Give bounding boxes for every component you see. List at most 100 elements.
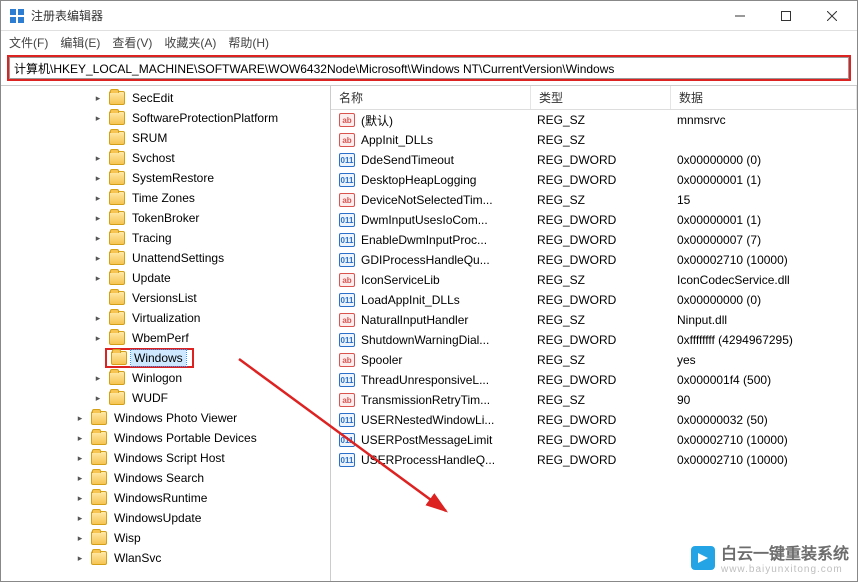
tree-item-label: Windows Photo Viewer bbox=[111, 410, 240, 426]
tree-item[interactable]: ▸SecEdit bbox=[1, 88, 330, 108]
tree-item[interactable]: ▸ TokenBroker bbox=[1, 208, 330, 228]
dword-value-icon: 011 bbox=[339, 213, 355, 227]
value-row[interactable]: abSpoolerREG_SZyes bbox=[331, 350, 857, 370]
tree-item-label: Tracing bbox=[129, 230, 175, 246]
value-row[interactable]: 011DdeSendTimeoutREG_DWORD0x00000000 (0) bbox=[331, 150, 857, 170]
expander-icon[interactable]: ▸ bbox=[73, 433, 87, 444]
menu-view[interactable]: 查看(V) bbox=[112, 34, 152, 51]
tree-item[interactable]: ▸ Svchost bbox=[1, 148, 330, 168]
folder-icon bbox=[109, 231, 125, 245]
expander-icon[interactable]: ▸ bbox=[91, 373, 105, 384]
expander-icon[interactable]: ▸ bbox=[91, 333, 105, 344]
values-pane[interactable]: 名称 类型 数据 ab(默认)REG_SZmnmsrvcabAppInit_DL… bbox=[331, 86, 857, 581]
value-row[interactable]: ab(默认)REG_SZmnmsrvc bbox=[331, 110, 857, 130]
value-type: REG_SZ bbox=[537, 393, 677, 407]
value-row[interactable]: abDeviceNotSelectedTim...REG_SZ15 bbox=[331, 190, 857, 210]
value-row[interactable]: 011DwmInputUsesIoCom...REG_DWORD0x000000… bbox=[331, 210, 857, 230]
address-input[interactable] bbox=[9, 57, 849, 79]
value-name: GDIProcessHandleQu... bbox=[361, 253, 537, 267]
expander-icon[interactable]: ▸ bbox=[91, 273, 105, 284]
expander-icon[interactable]: ▸ bbox=[91, 153, 105, 164]
value-row[interactable]: 011EnableDwmInputProc...REG_DWORD0x00000… bbox=[331, 230, 857, 250]
value-row[interactable]: 011USERProcessHandleQ...REG_DWORD0x00002… bbox=[331, 450, 857, 470]
tree-item[interactable]: ▸UnattendSettings bbox=[1, 248, 330, 268]
expander-icon[interactable]: ▸ bbox=[91, 313, 105, 324]
tree-item[interactable]: ▸Winlogon bbox=[1, 368, 330, 388]
menu-favorites[interactable]: 收藏夹(A) bbox=[164, 34, 216, 51]
tree-item[interactable]: ▸WindowsUpdate bbox=[1, 508, 330, 528]
tree-pane[interactable]: ▸SecEdit▸SoftwareProtectionPlatformSRUM▸… bbox=[1, 86, 331, 581]
expander-icon[interactable]: ▸ bbox=[91, 93, 105, 104]
maximize-button[interactable] bbox=[763, 1, 809, 30]
tree-item[interactable]: ▸SystemRestore bbox=[1, 168, 330, 188]
expander-icon[interactable]: ▸ bbox=[73, 453, 87, 464]
column-type[interactable]: 类型 bbox=[531, 86, 671, 109]
tree-item[interactable]: ▸Virtualization bbox=[1, 308, 330, 328]
value-row[interactable]: 011ShutdownWarningDial...REG_DWORD0xffff… bbox=[331, 330, 857, 350]
tree-item[interactable]: ▸SoftwareProtectionPlatform bbox=[1, 108, 330, 128]
value-type: REG_DWORD bbox=[537, 173, 677, 187]
value-row[interactable]: 011USERPostMessageLimitREG_DWORD0x000027… bbox=[331, 430, 857, 450]
value-row[interactable]: abNaturalInputHandlerREG_SZNinput.dll bbox=[331, 310, 857, 330]
value-name: DdeSendTimeout bbox=[361, 153, 537, 167]
tree-item[interactable]: ▸ WindowsRuntime bbox=[1, 488, 330, 508]
column-name[interactable]: 名称 bbox=[331, 86, 531, 109]
expander-icon[interactable]: ▸ bbox=[73, 413, 87, 424]
expander-icon[interactable]: ▸ bbox=[73, 473, 87, 484]
expander-icon[interactable]: ▸ bbox=[91, 173, 105, 184]
value-name: IconServiceLib bbox=[361, 273, 537, 287]
tree-item[interactable]: ▸Update bbox=[1, 268, 330, 288]
tree-item[interactable]: ▸ WlanSvc bbox=[1, 548, 330, 568]
folder-icon bbox=[109, 291, 125, 305]
list-header[interactable]: 名称 类型 数据 bbox=[331, 86, 857, 110]
value-row[interactable]: 011GDIProcessHandleQu...REG_DWORD0x00002… bbox=[331, 250, 857, 270]
value-data: 0x00000032 (50) bbox=[677, 413, 857, 427]
tree-item[interactable]: ▸Wisp bbox=[1, 528, 330, 548]
tree-item[interactable]: ▸WbemPerf bbox=[1, 328, 330, 348]
folder-icon bbox=[109, 151, 125, 165]
tree-item-label: Svchost bbox=[129, 150, 178, 166]
expander-icon[interactable]: ▸ bbox=[73, 493, 87, 504]
tree-item-label: WlanSvc bbox=[111, 550, 164, 566]
expander-icon[interactable]: ▸ bbox=[91, 213, 105, 224]
minimize-button[interactable] bbox=[717, 1, 763, 30]
expander-icon[interactable]: ▸ bbox=[73, 553, 87, 564]
tree-item[interactable]: ▸WUDF bbox=[1, 388, 330, 408]
tree-item[interactable]: ▸Windows Portable Devices bbox=[1, 428, 330, 448]
value-row[interactable]: abAppInit_DLLsREG_SZ bbox=[331, 130, 857, 150]
tree-item-label: WindowsRuntime bbox=[111, 490, 210, 506]
expander-icon[interactable]: ▸ bbox=[91, 193, 105, 204]
expander-icon[interactable]: ▸ bbox=[73, 533, 87, 544]
tree-item[interactable]: SRUM bbox=[1, 128, 330, 148]
string-value-icon: ab bbox=[339, 353, 355, 367]
expander-icon[interactable]: ▸ bbox=[91, 113, 105, 124]
value-row[interactable]: 011DesktopHeapLoggingREG_DWORD0x00000001… bbox=[331, 170, 857, 190]
expander-icon[interactable]: ▸ bbox=[73, 513, 87, 524]
value-type: REG_DWORD bbox=[537, 213, 677, 227]
value-data: 0x00000001 (1) bbox=[677, 213, 857, 227]
value-row[interactable]: abTransmissionRetryTim...REG_SZ90 bbox=[331, 390, 857, 410]
value-data: 0xffffffff (4294967295) bbox=[677, 333, 857, 347]
value-data: 0x00000001 (1) bbox=[677, 173, 857, 187]
tree-item[interactable]: ▸Windows Search bbox=[1, 468, 330, 488]
expander-icon[interactable]: ▸ bbox=[91, 233, 105, 244]
expander-icon[interactable]: ▸ bbox=[91, 253, 105, 264]
expander-icon[interactable]: ▸ bbox=[91, 393, 105, 404]
value-row[interactable]: 011USERNestedWindowLi...REG_DWORD0x00000… bbox=[331, 410, 857, 430]
value-row[interactable]: abIconServiceLibREG_SZIconCodecService.d… bbox=[331, 270, 857, 290]
column-data[interactable]: 数据 bbox=[671, 86, 857, 109]
menu-help[interactable]: 帮助(H) bbox=[228, 34, 269, 51]
close-button[interactable] bbox=[809, 1, 855, 30]
menu-edit[interactable]: 编辑(E) bbox=[60, 34, 100, 51]
tree-item-label: TokenBroker bbox=[129, 210, 202, 226]
tree-item[interactable]: VersionsList bbox=[1, 288, 330, 308]
tree-item[interactable]: ▸Windows Script Host bbox=[1, 448, 330, 468]
tree-item[interactable]: ▸Time Zones bbox=[1, 188, 330, 208]
menu-file[interactable]: 文件(F) bbox=[9, 34, 48, 51]
value-row[interactable]: 011LoadAppInit_DLLsREG_DWORD0x00000000 (… bbox=[331, 290, 857, 310]
value-row[interactable]: 011ThreadUnresponsiveL...REG_DWORD0x0000… bbox=[331, 370, 857, 390]
tree-item[interactable]: Windows bbox=[1, 348, 330, 368]
tree-item[interactable]: ▸ Tracing bbox=[1, 228, 330, 248]
tree-item[interactable]: ▸ Windows Photo Viewer bbox=[1, 408, 330, 428]
dword-value-icon: 011 bbox=[339, 173, 355, 187]
